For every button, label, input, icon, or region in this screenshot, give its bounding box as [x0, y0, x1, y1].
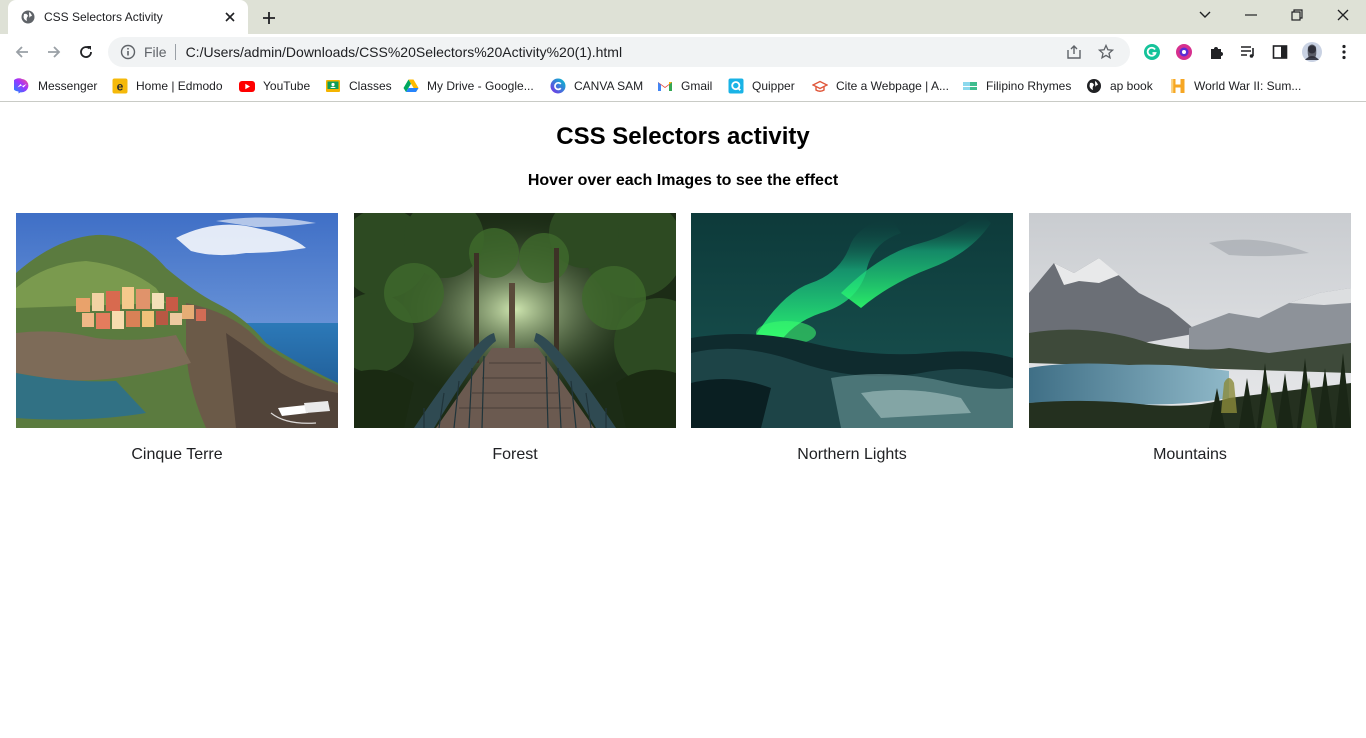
- bookmark-label: Gmail: [681, 79, 713, 93]
- classroom-icon: [325, 78, 341, 94]
- image-caption: Mountains: [1153, 446, 1227, 463]
- globe-icon: [1086, 78, 1102, 94]
- bookmark-messenger[interactable]: Messenger: [14, 75, 97, 97]
- page-subtitle: Hover over each Images to see the effect: [527, 172, 839, 189]
- forward-button[interactable]: [40, 38, 68, 66]
- omnibox-divider: [174, 44, 176, 60]
- quipper-icon: [728, 78, 744, 94]
- tab-search-button[interactable]: [1182, 0, 1228, 30]
- bookmarks-bar: Messenger e Home | Edmodo YouTube Classe…: [0, 70, 1366, 102]
- bookmark-filipino-rhymes[interactable]: Filipino Rhymes: [962, 75, 1071, 97]
- extension-circle-icon[interactable]: [1170, 38, 1198, 66]
- bookmark-label: My Drive - Google...: [427, 79, 534, 93]
- bookmark-classes[interactable]: Classes: [325, 75, 392, 97]
- url-text[interactable]: C:/Users/admin/Downloads/CSS%20Selectors…: [186, 44, 1056, 60]
- image-caption: Cinque Terre: [131, 446, 223, 463]
- messenger-icon: [14, 78, 30, 94]
- bookmark-edmodo[interactable]: e Home | Edmodo: [112, 75, 223, 97]
- youtube-icon: [239, 78, 255, 94]
- browser-toolbar: File C:/Users/admin/Downloads/CSS%20Sele…: [0, 34, 1366, 70]
- google-drive-icon: [403, 78, 419, 94]
- profile-avatar[interactable]: [1298, 38, 1326, 66]
- image-caption: Northern Lights: [797, 446, 907, 463]
- page-title: CSS Selectors activity: [556, 123, 810, 150]
- bookmark-label: Quipper: [752, 79, 795, 93]
- svg-text:e: e: [117, 80, 124, 94]
- globe-icon: [20, 9, 36, 25]
- bookmark-star-icon[interactable]: [1092, 38, 1120, 66]
- bookmark-ap-book[interactable]: ap book: [1086, 75, 1153, 97]
- bookmark-label: YouTube: [263, 79, 311, 93]
- bookmark-label: Filipino Rhymes: [986, 79, 1072, 93]
- page-content: CSS Selectors activity Hover over each I…: [0, 103, 1366, 738]
- back-button[interactable]: [8, 38, 36, 66]
- bookmark-label: ap book: [1110, 79, 1153, 93]
- bookmark-world-war-ii[interactable]: World War II: Sum...: [1170, 75, 1301, 97]
- cinque-terre-image[interactable]: [16, 213, 338, 428]
- bookmark-label: Classes: [349, 79, 392, 93]
- close-window-button[interactable]: [1320, 0, 1366, 30]
- bookmark-label: CANVA SAM: [574, 79, 644, 93]
- media-queue-icon[interactable]: [1234, 38, 1262, 66]
- bookmark-canva-sam[interactable]: CANVA SAM: [550, 75, 643, 97]
- filipino-rhymes-icon: [962, 78, 978, 94]
- tab-strip: CSS Selectors Activity: [0, 0, 1366, 34]
- gallery-card[interactable]: Mountains: [1029, 213, 1351, 464]
- side-panel-icon[interactable]: [1266, 38, 1294, 66]
- tab-title: CSS Selectors Activity: [44, 10, 163, 24]
- restore-button[interactable]: [1274, 0, 1320, 30]
- bookmark-label: Messenger: [38, 79, 98, 93]
- bookmark-label: Cite a Webpage | A...: [836, 79, 949, 93]
- bookmark-label: Home | Edmodo: [136, 79, 223, 93]
- forest-image[interactable]: [354, 213, 676, 428]
- tab-active[interactable]: CSS Selectors Activity: [8, 0, 248, 34]
- share-icon[interactable]: [1060, 38, 1088, 66]
- minimize-button[interactable]: [1228, 0, 1274, 30]
- bookmark-label: World War II: Sum...: [1194, 79, 1302, 93]
- bookmark-cite-a-webpage[interactable]: Cite a Webpage | A...: [812, 75, 949, 97]
- edmodo-icon: e: [112, 78, 128, 94]
- reload-button[interactable]: [72, 38, 100, 66]
- bookmark-gmail[interactable]: Gmail: [657, 75, 712, 97]
- mountains-image[interactable]: [1029, 213, 1351, 428]
- bookmark-my-drive[interactable]: My Drive - Google...: [403, 75, 534, 97]
- history-icon: [1170, 78, 1186, 94]
- grammarly-icon[interactable]: [1138, 38, 1166, 66]
- site-info-icon[interactable]: [120, 44, 136, 60]
- bookmark-youtube[interactable]: YouTube: [239, 75, 310, 97]
- gallery-card[interactable]: Cinque Terre: [16, 213, 338, 464]
- gallery-card[interactable]: Forest: [354, 213, 676, 464]
- northern-lights-image[interactable]: [691, 213, 1013, 428]
- url-scheme-label: File: [144, 44, 167, 60]
- new-tab-button[interactable]: [258, 7, 280, 29]
- gmail-icon: [657, 78, 673, 94]
- cite-icon: [812, 78, 828, 94]
- close-tab-icon[interactable]: [222, 9, 238, 25]
- gallery-card[interactable]: Northern Lights: [691, 213, 1013, 464]
- extensions-puzzle-icon[interactable]: [1202, 38, 1230, 66]
- image-caption: Forest: [492, 446, 538, 463]
- bookmark-quipper[interactable]: Quipper: [728, 75, 795, 97]
- address-bar[interactable]: File C:/Users/admin/Downloads/CSS%20Sele…: [108, 37, 1130, 67]
- chrome-menu-icon[interactable]: [1330, 38, 1358, 66]
- canva-icon: [550, 78, 566, 94]
